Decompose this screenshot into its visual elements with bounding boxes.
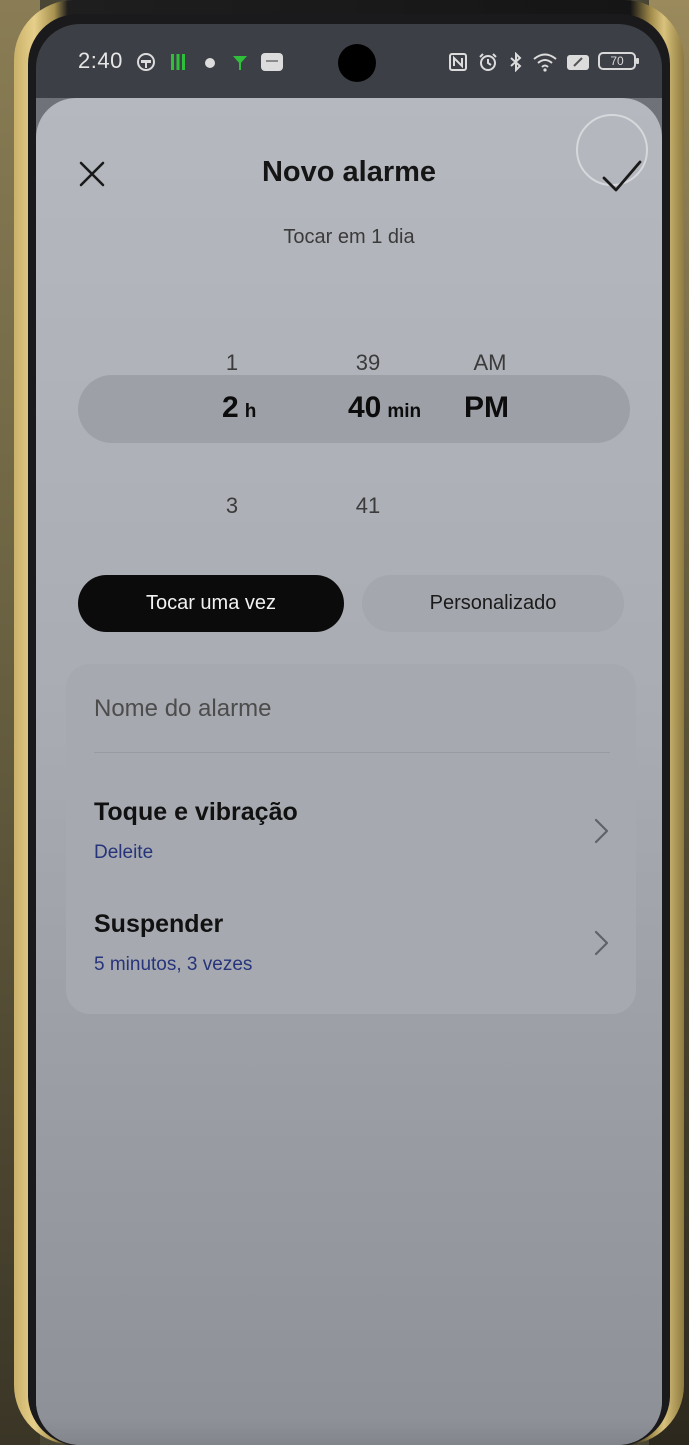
hour-unit: h: [244, 401, 257, 422]
check-icon[interactable]: [596, 154, 646, 198]
minute-selected[interactable]: 40 min: [348, 391, 421, 425]
minute-unit: min: [387, 401, 422, 422]
signal-app-icon: [233, 56, 247, 70]
snooze-value: 5 minutos, 3 vezes: [94, 954, 253, 975]
status-time: 2:40: [78, 48, 123, 73]
battery-indicator: 70: [598, 52, 639, 70]
snooze-label: Suspender: [94, 910, 224, 938]
hour-selected-value: 2: [222, 391, 239, 424]
period-selected[interactable]: PM: [464, 391, 509, 425]
chevron-right-icon: [594, 818, 609, 844]
repeat-custom-button[interactable]: Personalizado: [362, 575, 624, 632]
alarm-settings-card: Toque e vibração Deleite Suspender 5 min…: [66, 664, 636, 1014]
data-saver-icon: [567, 55, 589, 70]
divider: [94, 752, 610, 753]
snooze-row[interactable]: Suspender 5 minutos, 3 vezes: [66, 900, 636, 1000]
ringtone-vibration-row[interactable]: Toque e vibração Deleite: [66, 788, 636, 888]
front-camera: [338, 44, 376, 82]
nfc-icon: [449, 53, 467, 71]
bluetooth-icon: [510, 52, 522, 72]
repeat-once-button[interactable]: Tocar uma vez: [78, 575, 344, 632]
ringtone-value: Deleite: [94, 842, 154, 863]
message-icon: [261, 53, 283, 71]
ghost-icon: [137, 53, 155, 71]
grid-app-icon: [171, 54, 185, 70]
ring-time-subtitle: Tocar em 1 dia: [283, 226, 415, 248]
notification-dot-icon: [205, 58, 215, 68]
hour-above[interactable]: 1: [212, 350, 252, 376]
minute-below[interactable]: 41: [340, 493, 396, 519]
ringtone-label: Toque e vibração: [94, 798, 298, 826]
chevron-right-icon: [594, 930, 609, 956]
alarm-name-input[interactable]: [94, 686, 614, 732]
alarm-clock-icon: [479, 53, 497, 71]
period-above[interactable]: AM: [464, 350, 516, 376]
status-bar: 2:40 70: [36, 24, 662, 98]
hour-below[interactable]: 3: [212, 493, 252, 519]
page-title: Novo alarme: [261, 156, 437, 188]
wifi-icon: [533, 53, 557, 72]
new-alarm-sheet: Novo alarme Tocar em 1 dia 1 39 AM 2h 40…: [36, 98, 662, 1445]
minute-above[interactable]: 39: [340, 350, 396, 376]
gesture-area: [36, 1418, 662, 1445]
hour-selected[interactable]: 2h: [222, 391, 256, 425]
minute-selected-value: 40: [348, 391, 382, 424]
phone-screen: 2:40 70 Novo alarme Tocar em 1 dia 1 39 …: [36, 24, 662, 1445]
